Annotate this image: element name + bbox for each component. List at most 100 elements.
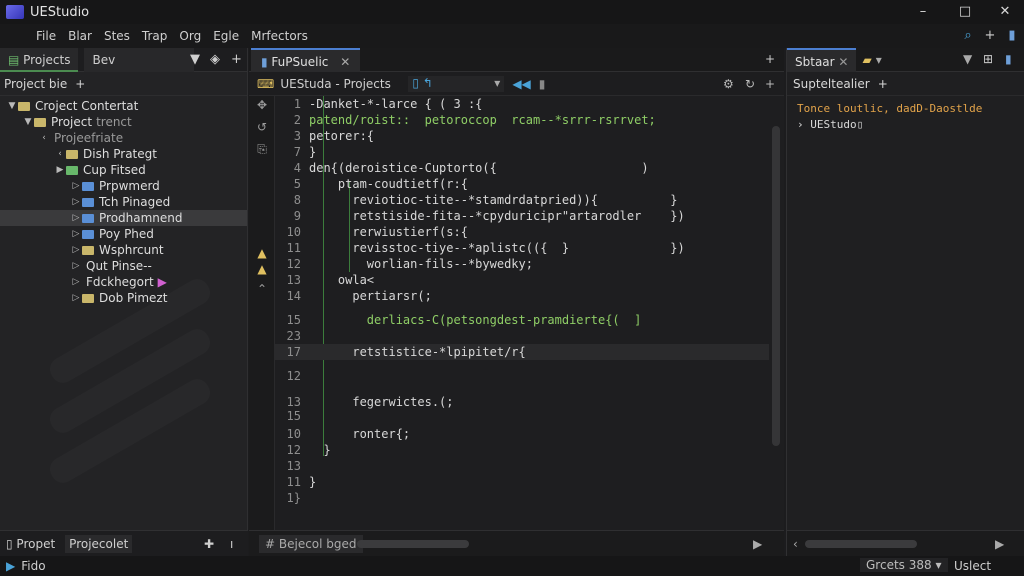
- tab-close-icon[interactable]: ✕: [340, 55, 350, 69]
- status-position[interactable]: Grcets 388 ▾: [860, 558, 948, 572]
- doc-icon[interactable]: ▮: [1005, 52, 1012, 66]
- tree-item[interactable]: ▷ Wsphrcunt: [0, 242, 247, 258]
- tree-item[interactable]: ▼ Croject Contertat: [0, 98, 247, 114]
- horizontal-scrollbar[interactable]: [357, 540, 469, 548]
- tree-twisty-icon[interactable]: ‹: [38, 133, 50, 143]
- history-icon[interactable]: ↺: [255, 120, 269, 134]
- tree-twisty-icon[interactable]: ▷: [70, 229, 82, 239]
- tab-close-icon[interactable]: ✕: [838, 55, 848, 69]
- menu-trap[interactable]: Trap: [136, 29, 173, 43]
- play-icon[interactable]: ▶: [753, 537, 762, 551]
- menu-mrfectors[interactable]: Mrfectors: [245, 29, 314, 43]
- tree-item[interactable]: ▼ Project trenct: [0, 114, 247, 130]
- tree-twisty-icon[interactable]: ▷: [70, 213, 82, 223]
- terminal-panel: Sbtaar ✕ ▰ ▾ ▼ ⊞ ▮ Supteltealier + Tonce…: [786, 47, 1024, 556]
- footer-tab[interactable]: # Bejecol bged: [259, 534, 363, 553]
- chevron-down-icon[interactable]: ▼: [963, 52, 972, 66]
- run-icon[interactable]: ▶: [6, 559, 15, 573]
- tree-twisty-icon[interactable]: ▼: [22, 117, 34, 127]
- maximize-icon[interactable]: □: [956, 4, 974, 20]
- scroll-left-icon[interactable]: ‹: [793, 537, 798, 551]
- code-text: ptam-coudtietf(r:{: [309, 177, 468, 191]
- menu-blar[interactable]: Blar: [62, 29, 98, 43]
- folder-icon: [18, 101, 30, 111]
- tab-bev[interactable]: Bev: [84, 47, 195, 72]
- editor-tab[interactable]: ▮ FuPSuelic ✕: [251, 47, 361, 72]
- new-tab-icon[interactable]: +: [765, 52, 775, 66]
- tree-twisty-icon[interactable]: ▷: [70, 261, 82, 271]
- refresh-icon[interactable]: ↻: [745, 77, 755, 91]
- code-text: }: [309, 475, 317, 489]
- editor-toolbar: ⌨ UEStuda - Projects ▯ ↰ ▾ ◀◀ ▮ ⚙ ↻ +: [249, 72, 784, 96]
- line-number: 10: [286, 427, 301, 441]
- add-terminal-icon[interactable]: +: [878, 77, 888, 91]
- line-number: 1: [293, 97, 301, 111]
- collapse-icon[interactable]: ⌃: [255, 282, 269, 296]
- tree-twisty-icon[interactable]: ▷: [70, 277, 82, 287]
- minimize-icon[interactable]: –: [914, 4, 932, 20]
- sync-icon[interactable]: ◈: [210, 52, 220, 67]
- add-icon[interactable]: +: [231, 52, 242, 67]
- folder-icon[interactable]: ▰: [862, 53, 871, 67]
- status-middle: Grcets 388: [866, 558, 932, 572]
- tree-twisty-icon[interactable]: ▼: [6, 101, 18, 111]
- tree-item[interactable]: ▶ Cup Fitsed: [0, 162, 247, 178]
- search-icon[interactable]: ⌕: [960, 28, 976, 44]
- code-text: reviotioc-tite--*stamdrdatpried)){ }: [309, 193, 678, 207]
- tree-item[interactable]: ▷ Prpwmerd: [0, 178, 247, 194]
- tree-item[interactable]: ▷ Poy Phed: [0, 226, 247, 242]
- tree-twisty-icon[interactable]: ‹: [54, 149, 66, 159]
- menu-stes[interactable]: Stes: [98, 29, 136, 43]
- tab-sbtaar[interactable]: Sbtaar ✕: [787, 47, 857, 72]
- plus-icon[interactable]: +: [982, 28, 998, 44]
- add-icon[interactable]: +: [765, 77, 775, 91]
- tree-twisty-icon[interactable]: ▷: [70, 245, 82, 255]
- expand-icon[interactable]: ✚: [204, 537, 214, 551]
- code-text: fegerwictes.(;: [309, 395, 454, 409]
- folder-icon: [34, 117, 46, 127]
- terminal-line: › UEStudo▯: [797, 118, 864, 131]
- code-line: 9 retstiside-fita--*cpyduricipr"artarodl…: [275, 208, 769, 224]
- vertical-scrollbar[interactable]: [772, 126, 780, 446]
- horizontal-scrollbar[interactable]: [805, 540, 917, 548]
- move-icon[interactable]: ✥: [255, 98, 269, 112]
- code-text: worlian-fils--*bywedky;: [309, 257, 533, 271]
- footer-tab-projecolet[interactable]: Projecolet: [65, 534, 133, 553]
- tree-twisty-icon[interactable]: ▷: [70, 293, 82, 303]
- code-line: 11}: [275, 474, 769, 490]
- menu-file[interactable]: File: [30, 29, 62, 43]
- code-text: pertiarsr(;: [309, 289, 432, 303]
- footer-tab-propet[interactable]: ▯ Propet: [6, 537, 55, 551]
- tree-item[interactable]: ‹ Dish Prategt: [0, 146, 247, 162]
- app-logo-icon: [6, 5, 24, 19]
- status-right[interactable]: Uslect: [954, 559, 991, 573]
- doc-icon[interactable]: ▮: [1004, 28, 1020, 44]
- menu-org[interactable]: Org: [173, 29, 207, 43]
- symbol-dropdown[interactable]: ▯ ↰ ▾: [408, 75, 505, 92]
- tree-item[interactable]: ▷ Tch Pinaged: [0, 194, 247, 210]
- pin-icon[interactable]: ▮: [539, 77, 546, 91]
- tree-item[interactable]: ▷ Qut Pinse--: [0, 258, 247, 274]
- code-area[interactable]: 1 -Danket-*-larce { ( 3 :{2 patend/roist::…: [275, 96, 769, 530]
- close-icon[interactable]: ✕: [996, 4, 1014, 20]
- dropdown-arrow-icon[interactable]: ▾: [876, 53, 882, 67]
- breadcrumb[interactable]: UEStuda - Projects: [280, 77, 404, 91]
- bookmark-icon[interactable]: ⎘: [255, 142, 269, 156]
- tree-twisty-icon[interactable]: ▶: [54, 165, 66, 175]
- settings-icon[interactable]: ⚙: [723, 77, 734, 91]
- tab-projects[interactable]: ▤ Projects: [0, 47, 79, 72]
- tree-item[interactable]: ▷ Fdckhegort ▶: [0, 274, 247, 290]
- left-footer: ▯ Propet Projecolet ✚ ı: [0, 530, 248, 556]
- dropdown-arrow-icon[interactable]: ▼: [190, 52, 200, 67]
- add-project-icon[interactable]: +: [75, 77, 85, 91]
- code-line: 15 derliacs-C(petsongdest-pramdierte{( ]: [275, 312, 769, 328]
- tree-item[interactable]: ‹ Projeefriate: [0, 130, 247, 146]
- menu-egle[interactable]: Egle: [207, 29, 245, 43]
- tree-twisty-icon[interactable]: ▷: [70, 181, 82, 191]
- scroll-right-icon[interactable]: ▶: [995, 537, 1004, 551]
- code-line: 8 reviotioc-tite--*stamdrdatpried)){ }: [275, 192, 769, 208]
- split-icon[interactable]: ⊞: [983, 52, 993, 66]
- tree-item[interactable]: ▷ Prodhamnend: [0, 210, 247, 226]
- tree-twisty-icon[interactable]: ▷: [70, 197, 82, 207]
- back-icon[interactable]: ◀◀: [512, 77, 530, 91]
